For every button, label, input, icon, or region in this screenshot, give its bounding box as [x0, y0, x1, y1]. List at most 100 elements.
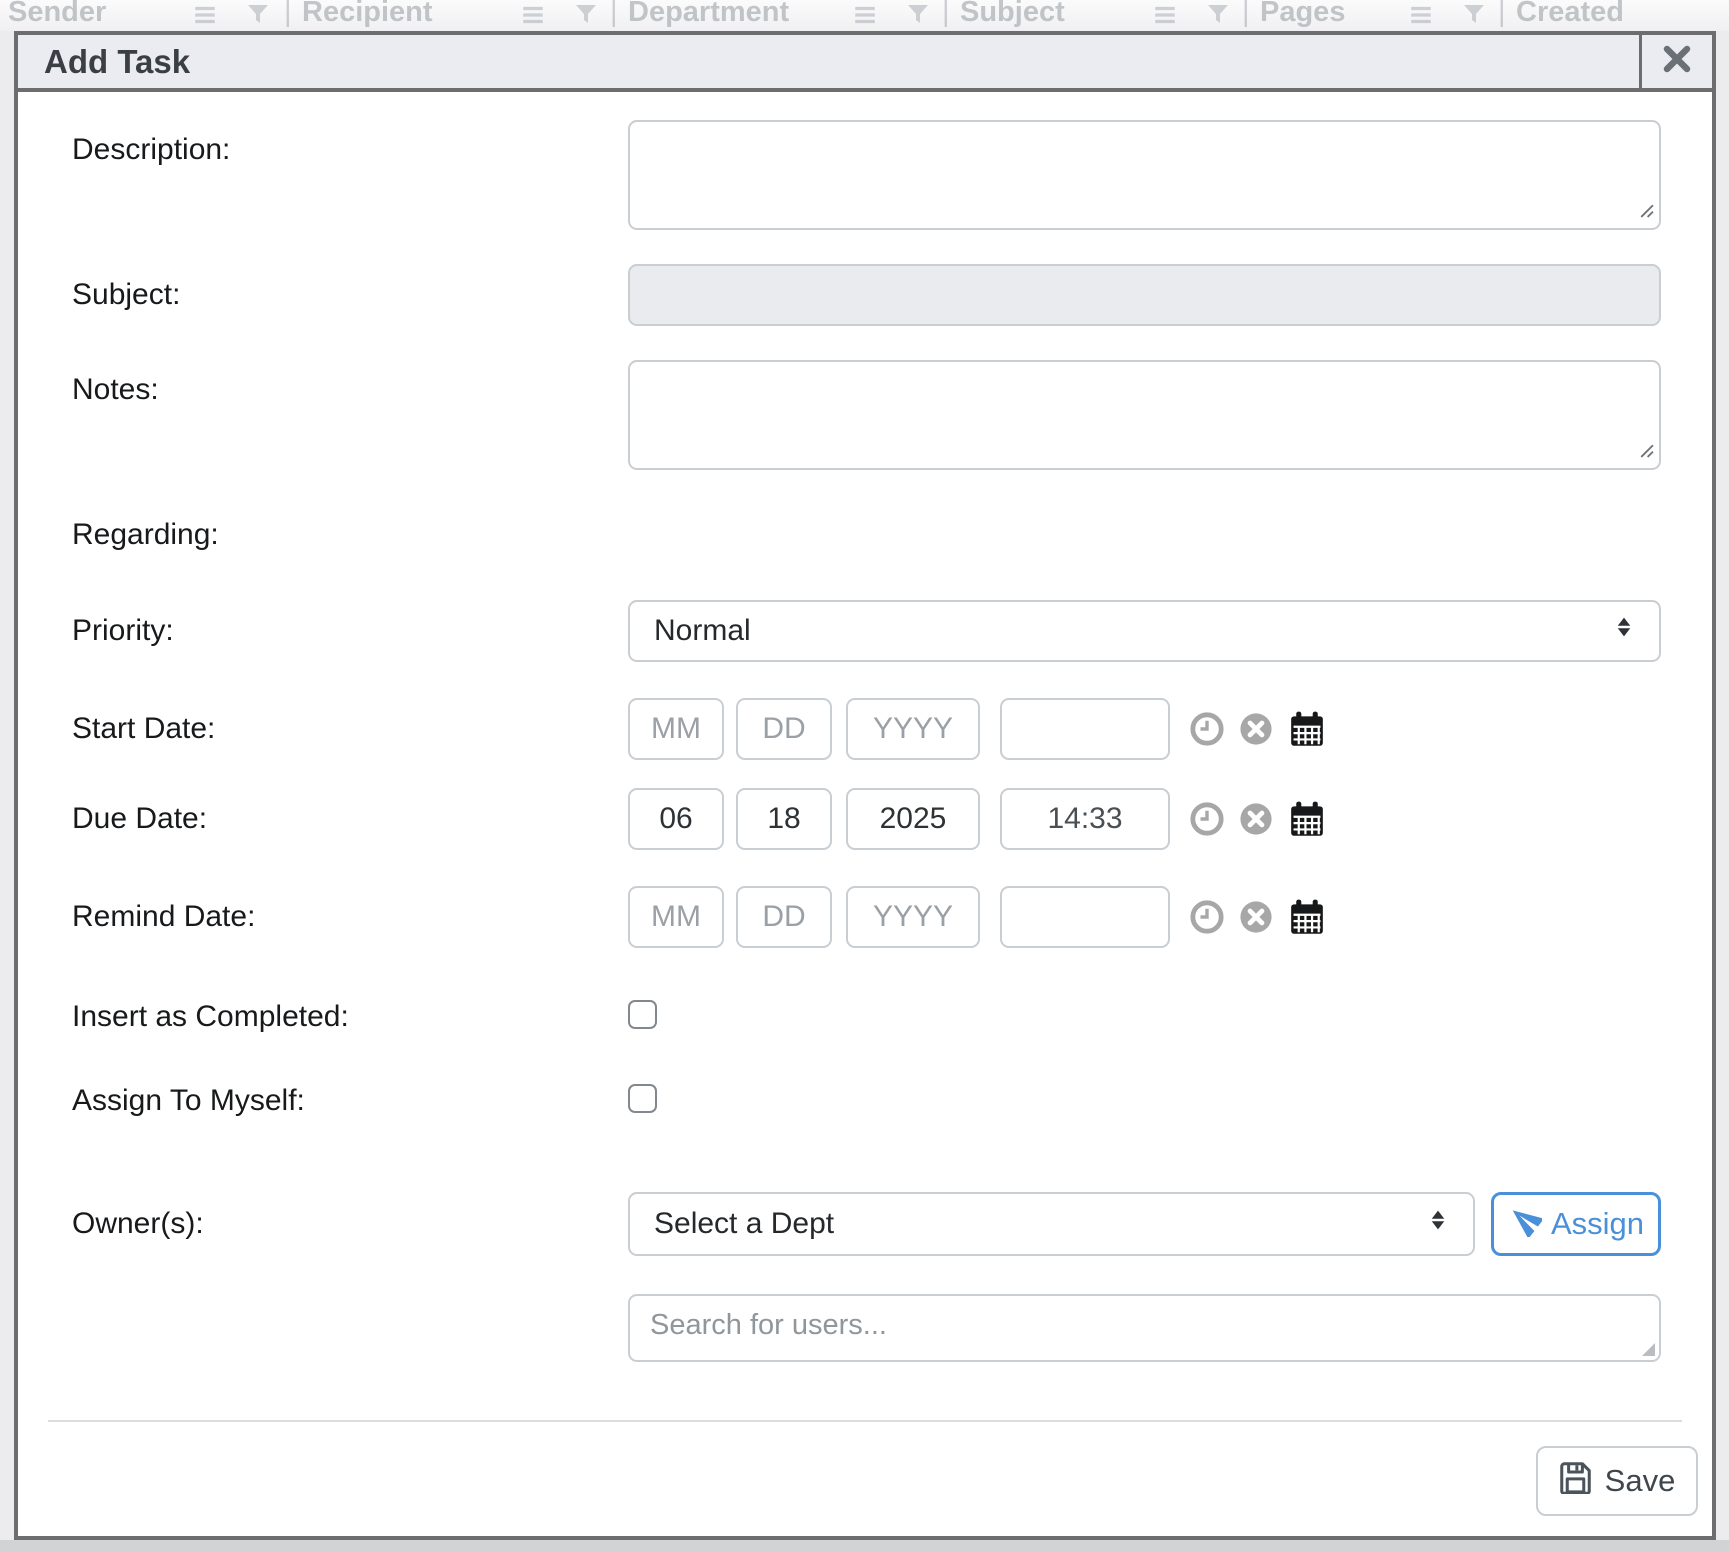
paper-plane-icon — [1508, 1203, 1542, 1245]
owners-label: Owner(s): — [72, 1207, 628, 1241]
filter-icon — [906, 2, 930, 31]
notes-row: Notes: — [72, 360, 1661, 470]
insert-completed-label: Insert as Completed: — [72, 1000, 628, 1034]
bg-col-recipient: Recipient — [302, 0, 433, 29]
assign-myself-row: Assign To Myself: — [72, 1078, 1661, 1124]
clock-icon[interactable] — [1190, 802, 1224, 836]
description-field-wrap — [628, 120, 1661, 230]
user-search-input[interactable] — [630, 1296, 1659, 1360]
due-date-fields — [628, 788, 1661, 850]
start-year-input[interactable] — [846, 698, 980, 760]
description-input[interactable] — [630, 122, 1659, 228]
start-date-fields — [628, 698, 1661, 760]
insert-completed-checkbox[interactable] — [628, 1000, 657, 1029]
due-day-input[interactable] — [736, 788, 832, 850]
user-search-wrap — [628, 1294, 1661, 1362]
resize-grip-icon[interactable] — [1637, 441, 1654, 463]
regarding-row: Regarding: — [72, 504, 1661, 566]
bg-col-created: Created — [1516, 0, 1624, 29]
priority-label: Priority: — [72, 614, 628, 648]
menu-icon — [852, 2, 878, 31]
due-year-input[interactable] — [846, 788, 980, 850]
filter-icon — [1462, 2, 1486, 31]
owners-row: Owner(s): Select a Dept Assign — [72, 1192, 1661, 1256]
description-label: Description: — [72, 120, 628, 167]
bg-separator: | — [610, 0, 618, 29]
regarding-label: Regarding: — [72, 518, 628, 552]
due-month-input[interactable] — [628, 788, 724, 850]
chevron-up-down-icon — [1423, 1205, 1453, 1243]
bg-col-subject: Subject — [960, 0, 1065, 29]
remind-date-row: Remind Date: — [72, 886, 1661, 948]
priority-select[interactable]: Normal — [628, 600, 1661, 662]
clear-icon[interactable] — [1239, 712, 1273, 746]
clock-icon[interactable] — [1190, 900, 1224, 934]
menu-icon — [1408, 2, 1434, 31]
start-date-row: Start Date: — [72, 698, 1661, 760]
due-date-row: Due Date: — [72, 788, 1661, 850]
assign-myself-checkbox[interactable] — [628, 1084, 657, 1113]
page-background-bottom — [0, 1540, 1729, 1551]
priority-selected-value: Normal — [654, 614, 751, 648]
owners-fields: Select a Dept Assign — [628, 1192, 1661, 1256]
close-icon — [1662, 44, 1692, 79]
clear-icon[interactable] — [1239, 802, 1273, 836]
save-button[interactable]: Save — [1536, 1446, 1698, 1516]
user-search-row — [72, 1294, 1661, 1362]
bg-col-pages: Pages — [1260, 0, 1345, 29]
assign-button-label: Assign — [1551, 1206, 1644, 1242]
dialog-title: Add Task — [18, 43, 190, 81]
notes-input[interactable] — [630, 362, 1659, 468]
notes-label: Notes: — [72, 360, 628, 407]
assign-myself-label: Assign To Myself: — [72, 1084, 628, 1118]
dialog-header: Add Task — [18, 35, 1712, 92]
remind-month-input[interactable] — [628, 886, 724, 948]
insert-completed-row: Insert as Completed: — [72, 994, 1661, 1040]
description-row: Description: — [72, 120, 1661, 230]
due-date-label: Due Date: — [72, 802, 628, 836]
add-task-dialog: Add Task Description: Subject: Notes: — [14, 31, 1716, 1540]
priority-row: Priority: Normal — [72, 600, 1661, 662]
remind-day-input[interactable] — [736, 886, 832, 948]
start-time-input[interactable] — [1000, 698, 1170, 760]
due-time-input[interactable] — [1000, 788, 1170, 850]
filter-icon — [1206, 2, 1230, 31]
bg-separator: | — [1498, 0, 1506, 29]
clock-icon[interactable] — [1190, 712, 1224, 746]
bg-col-sender: Sender — [8, 0, 106, 29]
remind-year-input[interactable] — [846, 886, 980, 948]
calendar-icon[interactable] — [1288, 800, 1326, 838]
menu-icon — [1152, 2, 1178, 31]
start-date-label: Start Date: — [72, 712, 628, 746]
due-date-actions — [1190, 800, 1326, 838]
floppy-disk-icon — [1559, 1461, 1592, 1502]
menu-icon — [192, 2, 218, 31]
clear-icon[interactable] — [1239, 900, 1273, 934]
close-button[interactable] — [1639, 35, 1712, 88]
start-month-input[interactable] — [628, 698, 724, 760]
calendar-icon[interactable] — [1288, 898, 1326, 936]
insert-completed-field — [628, 1000, 1661, 1034]
menu-icon — [520, 2, 546, 31]
bg-separator: | — [1242, 0, 1250, 29]
bg-separator: | — [284, 0, 292, 29]
department-select[interactable]: Select a Dept — [628, 1192, 1475, 1256]
subject-row: Subject: — [72, 264, 1661, 326]
remind-date-actions — [1190, 898, 1326, 936]
calendar-icon[interactable] — [1288, 710, 1326, 748]
resize-corner-icon[interactable] — [1642, 1343, 1655, 1356]
bg-separator: | — [942, 0, 950, 29]
dialog-footer: Save — [48, 1420, 1682, 1516]
notes-field-wrap — [628, 360, 1661, 470]
resize-grip-icon[interactable] — [1637, 201, 1654, 223]
remind-time-input[interactable] — [1000, 886, 1170, 948]
dialog-body: Description: Subject: Notes: Regarding: — [18, 92, 1712, 1516]
department-selected-value: Select a Dept — [654, 1207, 834, 1241]
subject-input — [628, 264, 1661, 326]
start-day-input[interactable] — [736, 698, 832, 760]
chevron-up-down-icon — [1609, 612, 1639, 650]
remind-date-label: Remind Date: — [72, 900, 628, 934]
assign-myself-field — [628, 1084, 1661, 1118]
save-button-label: Save — [1605, 1463, 1676, 1499]
assign-button[interactable]: Assign — [1491, 1192, 1661, 1256]
